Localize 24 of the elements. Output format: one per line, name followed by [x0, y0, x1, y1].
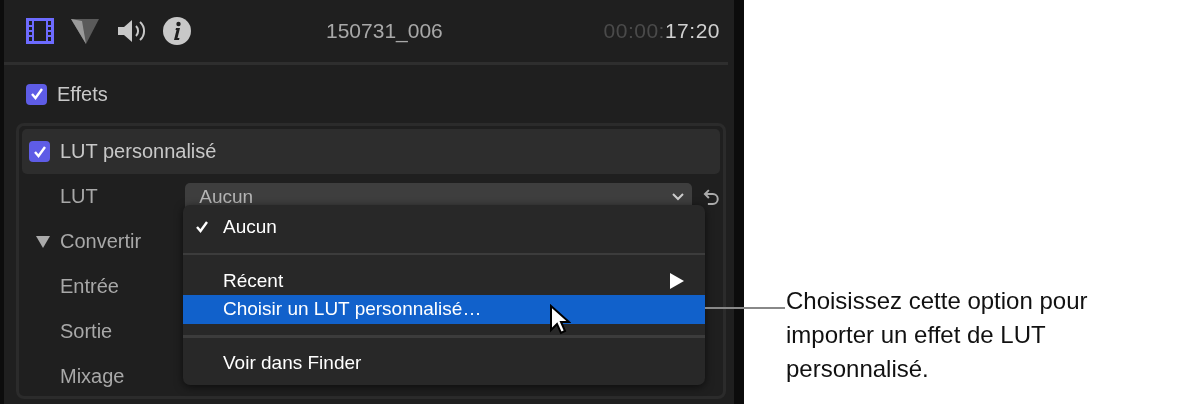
menu-item[interactable]: Choisir un LUT personnalisé… — [183, 295, 705, 324]
film-icon[interactable] — [26, 18, 54, 44]
chevron-icon — [672, 192, 685, 201]
parameter-label: LUT — [60, 185, 99, 208]
effect-label: LUT personnalisé — [60, 140, 217, 163]
parameter-label: Sortie — [60, 320, 114, 343]
parameter-label: Entrée — [60, 275, 120, 298]
mouse-cursor-icon — [549, 304, 571, 336]
section-label: Effets — [57, 82, 108, 106]
checkbox[interactable] — [29, 141, 50, 162]
check-icon — [32, 144, 47, 159]
menu-item[interactable]: Aucun — [183, 213, 705, 242]
disclosure-open-icon[interactable] — [36, 234, 50, 249]
group-label: Convertir — [60, 230, 143, 253]
check-icon — [29, 87, 44, 101]
menu-item[interactable]: Voir dans Finder — [183, 348, 705, 378]
clip-name: 150731_006 — [326, 19, 444, 43]
triangle-icon[interactable] — [70, 17, 100, 45]
menu-item[interactable]: Récent — [183, 266, 705, 295]
speaker-icon[interactable] — [116, 18, 146, 44]
callout-text: Choisissez cette option pour importer un effet de LUT personnalisé. — [786, 286, 1089, 384]
checkbox[interactable] — [26, 83, 47, 105]
info-icon[interactable] — [162, 16, 192, 46]
parameter-label: Mixage — [60, 365, 126, 388]
